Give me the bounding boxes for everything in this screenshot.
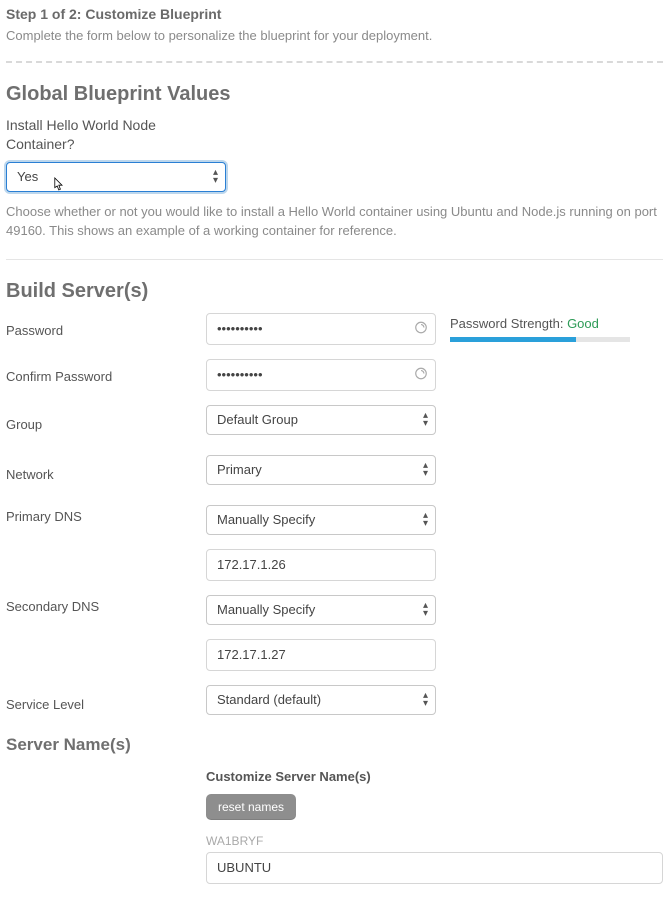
section-divider-solid: [6, 259, 663, 260]
primary-dns-input[interactable]: [206, 549, 436, 581]
install-container-help: Choose whether or not you would like to …: [6, 202, 663, 241]
install-container-select-wrap: Yes: [6, 162, 226, 192]
password-input[interactable]: [206, 313, 436, 345]
password-row: Password Password Strength: Good: [6, 313, 663, 345]
group-row: Group Default Group: [6, 405, 663, 441]
reset-names-button[interactable]: reset names: [206, 794, 296, 820]
install-container-label: Install Hello World Node Container?: [6, 116, 166, 154]
group-label: Group: [6, 413, 206, 432]
password-strength: Password Strength: Good: [436, 316, 646, 342]
secondary-dns-input[interactable]: [206, 639, 436, 671]
confirm-password-row: Confirm Password: [6, 359, 663, 391]
step-title: Step 1 of 2: Customize Blueprint: [6, 6, 663, 22]
confirm-password-input[interactable]: [206, 359, 436, 391]
password-strength-bar-fill: [450, 337, 576, 342]
service-level-select[interactable]: Standard (default): [206, 685, 436, 715]
confirm-password-label: Confirm Password: [6, 365, 206, 384]
server-names-block: Customize Server Name(s) reset names WA1…: [206, 769, 663, 884]
step-description: Complete the form below to personalize t…: [6, 28, 663, 43]
primary-dns-row: Primary DNS Manually Specify: [6, 505, 663, 581]
group-select[interactable]: Default Group: [206, 405, 436, 435]
network-label: Network: [6, 463, 206, 482]
network-select[interactable]: Primary: [206, 455, 436, 485]
network-row: Network Primary: [6, 455, 663, 491]
service-level-label: Service Level: [6, 693, 206, 712]
secondary-dns-label: Secondary DNS: [6, 595, 206, 614]
customize-server-names-label: Customize Server Name(s): [206, 769, 663, 784]
global-blueprint-heading: Global Blueprint Values: [6, 83, 663, 106]
password-strength-word: Good: [567, 316, 599, 331]
install-container-select[interactable]: Yes: [6, 162, 226, 192]
build-server-heading: Build Server(s): [6, 280, 663, 303]
secondary-dns-select[interactable]: Manually Specify: [206, 595, 436, 625]
server-name-prefix: WA1BRYF: [206, 834, 663, 848]
section-divider-dashed: [6, 61, 663, 63]
primary-dns-label: Primary DNS: [6, 505, 206, 524]
password-strength-label: Password Strength:: [450, 316, 567, 331]
service-level-row: Service Level Standard (default): [6, 685, 663, 721]
password-strength-bar: [450, 337, 630, 342]
server-name-input[interactable]: [206, 852, 663, 884]
primary-dns-select[interactable]: Manually Specify: [206, 505, 436, 535]
password-label: Password: [6, 319, 206, 338]
server-names-heading: Server Name(s): [6, 735, 663, 755]
secondary-dns-row: Secondary DNS Manually Specify: [6, 595, 663, 671]
